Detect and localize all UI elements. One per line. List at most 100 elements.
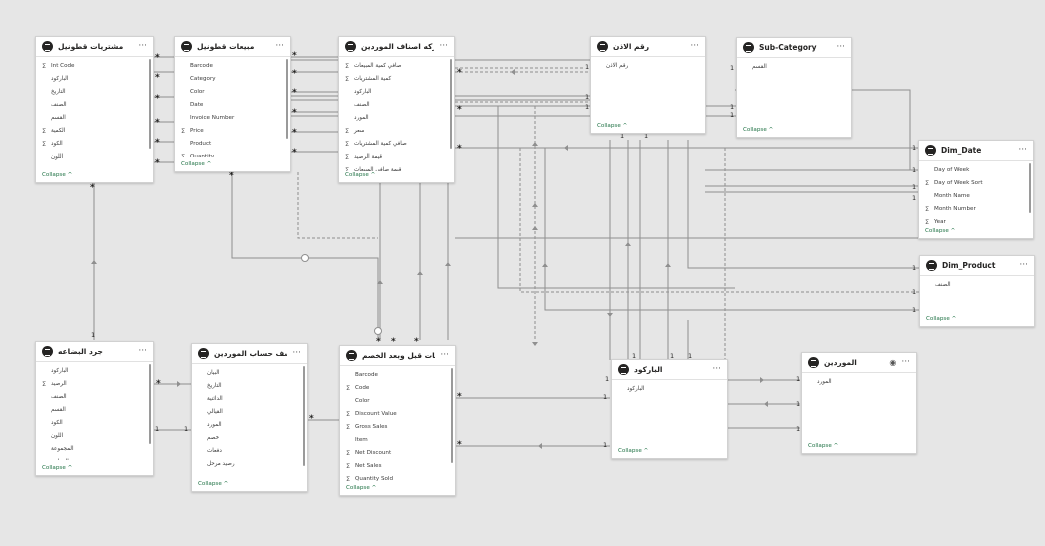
field-list[interactable]: Barcode Σ Code Color Σ Discount Value Σ Gross S… [340,366,455,483]
field-row[interactable]: Σ Price [175,124,290,137]
field-row[interactable]: Σ الكود [36,137,153,150]
field-row[interactable]: الدائنية [192,392,307,405]
table-card-barcode[interactable]: الباركود ··· الباركود Collapse ^ [611,359,728,459]
collapse-button[interactable]: Collapse ^ [346,485,376,491]
scrollbar[interactable] [1029,163,1031,213]
field-row[interactable]: Σ Discount Value [340,407,455,420]
more-options-icon[interactable]: ··· [439,42,448,51]
collapse-button[interactable]: Collapse ^ [743,127,773,133]
field-row[interactable]: Σ Month Number [919,202,1033,215]
table-card-permit[interactable]: رقم الاذن ··· رقم الاذن Collapse ^ [590,36,706,134]
field-row[interactable]: Day of Week [919,163,1033,176]
field-row[interactable]: Σ Net Discount [340,446,455,459]
field-row[interactable]: Σ الكمية [36,124,153,137]
more-options-icon[interactable]: ··· [440,351,449,360]
more-options-icon[interactable]: ··· [138,347,147,356]
field-row[interactable]: Barcode [340,368,455,381]
field-row[interactable]: الصنف [339,98,454,111]
field-row[interactable]: Σ صافي كمية المبيعات [339,59,454,72]
collapse-button[interactable]: Collapse ^ [181,161,211,167]
table-card-supplier-movement[interactable]: حركه اصناف الموردين ··· Σ صافي كمية المبي… [338,36,455,183]
table-header[interactable]: الموردين ◉ ··· [802,353,916,372]
field-row[interactable]: التاريخ [192,379,307,392]
collapse-button[interactable]: Collapse ^ [42,172,72,178]
field-row[interactable]: Σ قيمة الرصيد [339,150,454,163]
table-header[interactable]: Dim_Product ··· [920,256,1034,275]
table-card-dim-date[interactable]: Dim_Date ··· Day of Week Σ Day of Week Sor… [918,140,1034,239]
table-card-suppliers[interactable]: الموردين ◉ ··· المورد Collapse ^ [801,352,917,454]
scrollbar[interactable] [450,59,452,149]
more-options-icon[interactable]: ··· [292,349,301,358]
collapse-button[interactable]: Collapse ^ [808,443,838,449]
field-row[interactable]: Barcode [175,59,290,72]
field-row[interactable]: اللون [36,429,153,442]
field-list[interactable]: الصنف [920,276,1034,306]
field-row[interactable]: Color [340,394,455,407]
more-options-icon[interactable]: ··· [690,42,699,51]
field-row[interactable]: Σ Quantity [175,150,290,158]
field-list[interactable]: Barcode Category Color Date Invoice Number Σ P… [175,57,290,158]
field-list[interactable]: القسم [737,58,851,88]
visibility-eye-icon[interactable]: ◉ [889,358,896,367]
table-header[interactable]: الباركود ··· [612,360,727,379]
scrollbar[interactable] [149,364,151,444]
field-list[interactable]: البيان التاريخ الدائنية القيالي المورد خصم دفع… [192,364,307,476]
table-card-sales-discount[interactable]: المبيعات قبل وبعد الخصم ··· Barcode Σ Code… [339,345,456,496]
more-options-icon[interactable]: ··· [1018,146,1027,155]
table-header[interactable]: Dim_Date ··· [919,141,1033,160]
field-row[interactable]: Σ سعر [339,124,454,137]
table-header[interactable]: مشتريات قطونيل ··· [36,37,153,56]
field-row[interactable]: Product [175,137,290,150]
field-row[interactable]: Item [340,433,455,446]
field-row[interactable]: Σ كمية المشتريات [339,72,454,85]
scrollbar[interactable] [286,59,288,139]
scrollbar[interactable] [149,59,151,149]
field-row[interactable]: الباركود [612,382,727,395]
model-canvas[interactable]: * 1 * * * * * * * * * * * * * * * * 1 1 … [0,0,1045,546]
collapse-button[interactable]: Collapse ^ [198,481,228,487]
field-list[interactable]: Σ Int Code الباركود التاريخ الصنف القسم Σ الكمي… [36,57,153,168]
field-list[interactable]: رقم الاذن [591,57,705,87]
scrollbar[interactable] [303,366,305,466]
field-row[interactable]: القيالي [192,405,307,418]
more-options-icon[interactable]: ··· [901,358,910,367]
more-options-icon[interactable]: ··· [836,43,845,52]
table-card-sales[interactable]: مبيعات قطونيل ··· Barcode Category Color Da… [174,36,291,172]
more-options-icon[interactable]: ··· [275,42,284,51]
field-row[interactable]: المجموعة [36,442,153,455]
field-row[interactable]: الصنف [36,98,153,111]
field-row[interactable]: Σ Int Code [36,59,153,72]
field-row[interactable]: القسم [36,403,153,416]
collapse-button[interactable]: Collapse ^ [925,228,955,234]
table-header[interactable]: رقم الاذن ··· [591,37,705,56]
collapse-button[interactable]: Collapse ^ [345,172,375,178]
field-row[interactable]: Σ Code [340,381,455,394]
table-card-subcategory[interactable]: Sub-Category ··· القسم Collapse ^ [736,37,852,138]
collapse-button[interactable]: Collapse ^ [618,448,648,454]
field-row[interactable]: Color [175,85,290,98]
field-row[interactable]: التاريخ [36,85,153,98]
field-row[interactable]: البيان [192,366,307,379]
scrollbar[interactable] [451,368,453,463]
field-list[interactable]: Σ صافي كمية المبيعات Σ كمية المشتريات البارك… [339,57,454,172]
field-list[interactable]: Day of Week Σ Day of Week Sort Month Name Σ M… [919,161,1033,227]
field-row[interactable]: Month Name [919,189,1033,202]
field-list[interactable]: المورد [802,373,916,403]
field-row[interactable]: المقاس [36,455,153,461]
field-row[interactable]: اللون [36,150,153,163]
more-options-icon[interactable]: ··· [1019,261,1028,270]
table-header[interactable]: كشف حساب الموردين ··· [192,344,307,363]
field-row[interactable]: القسم [36,111,153,124]
field-row[interactable]: Date [175,98,290,111]
more-options-icon[interactable]: ··· [138,42,147,51]
field-row[interactable]: رصيد مرحل [192,457,307,470]
field-row[interactable]: الباركود [36,72,153,85]
collapse-button[interactable]: Collapse ^ [42,465,72,471]
field-row[interactable]: المقاس [36,163,153,168]
field-row[interactable]: Σ الرصيد [36,377,153,390]
table-header[interactable]: المبيعات قبل وبعد الخصم ··· [340,346,455,365]
table-card-purchases[interactable]: مشتريات قطونيل ··· Σ Int Code الباركود التا… [35,36,154,183]
field-row[interactable]: المورد [339,111,454,124]
table-header[interactable]: Sub-Category ··· [737,38,851,57]
field-row[interactable]: المورد [192,418,307,431]
